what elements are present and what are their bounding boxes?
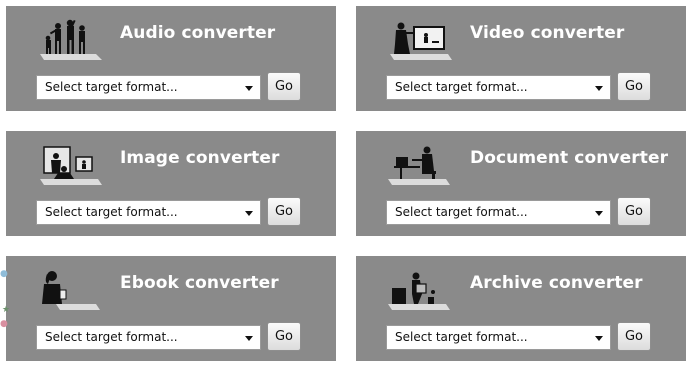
dropdown-arrow-icon bbox=[595, 336, 603, 341]
desk-worker-icon bbox=[388, 146, 450, 185]
ebook-reader-icon bbox=[42, 271, 100, 310]
ebook-converter-card: Ebook converter Select target format... … bbox=[6, 256, 336, 361]
select-value: Select target format... bbox=[395, 80, 528, 94]
select-value: Select target format... bbox=[45, 330, 178, 344]
video-converter-card: Video converter Select target format... … bbox=[356, 6, 686, 111]
select-value: Select target format... bbox=[395, 205, 528, 219]
card-title: Document converter bbox=[470, 148, 669, 168]
go-button[interactable]: Go bbox=[617, 72, 651, 101]
go-button[interactable]: Go bbox=[617, 322, 651, 351]
target-format-select[interactable]: Select target format... bbox=[386, 75, 611, 100]
audio-converter-card: Audio converter Select target format... … bbox=[6, 6, 336, 111]
film-screen-icon bbox=[390, 22, 452, 60]
image-converter-card: Image converter Select target format... … bbox=[6, 131, 336, 236]
dropdown-arrow-icon bbox=[245, 336, 253, 341]
dropdown-arrow-icon bbox=[595, 86, 603, 91]
decorative-dot-icon: ● bbox=[0, 319, 8, 329]
card-title: Audio converter bbox=[120, 23, 276, 43]
target-format-select[interactable]: Select target format... bbox=[36, 75, 261, 100]
select-value: Select target format... bbox=[45, 80, 178, 94]
target-format-select[interactable]: Select target format... bbox=[386, 325, 611, 350]
go-button[interactable]: Go bbox=[267, 72, 301, 101]
picture-frames-icon bbox=[40, 146, 102, 185]
select-value: Select target format... bbox=[395, 330, 528, 344]
target-format-select[interactable]: Select target format... bbox=[36, 325, 261, 350]
dancers-icon bbox=[40, 19, 102, 60]
card-title: Image converter bbox=[120, 148, 280, 168]
decorative-dot-icon: ● bbox=[0, 269, 8, 279]
select-value: Select target format... bbox=[45, 205, 178, 219]
dropdown-arrow-icon bbox=[245, 211, 253, 216]
go-button[interactable]: Go bbox=[267, 197, 301, 226]
go-button[interactable]: Go bbox=[617, 197, 651, 226]
card-title: Video converter bbox=[470, 23, 625, 43]
dropdown-arrow-icon bbox=[595, 211, 603, 216]
go-button[interactable]: Go bbox=[267, 322, 301, 351]
card-title: Archive converter bbox=[470, 273, 643, 293]
target-format-select[interactable]: Select target format... bbox=[36, 200, 261, 225]
decorative-star-icon: ★ bbox=[2, 305, 11, 315]
box-carrier-icon bbox=[388, 272, 450, 310]
document-converter-card: Document converter Select target format.… bbox=[356, 131, 686, 236]
dropdown-arrow-icon bbox=[245, 86, 253, 91]
archive-converter-card: Archive converter Select target format..… bbox=[356, 256, 686, 361]
card-title: Ebook converter bbox=[120, 273, 279, 293]
target-format-select[interactable]: Select target format... bbox=[386, 200, 611, 225]
